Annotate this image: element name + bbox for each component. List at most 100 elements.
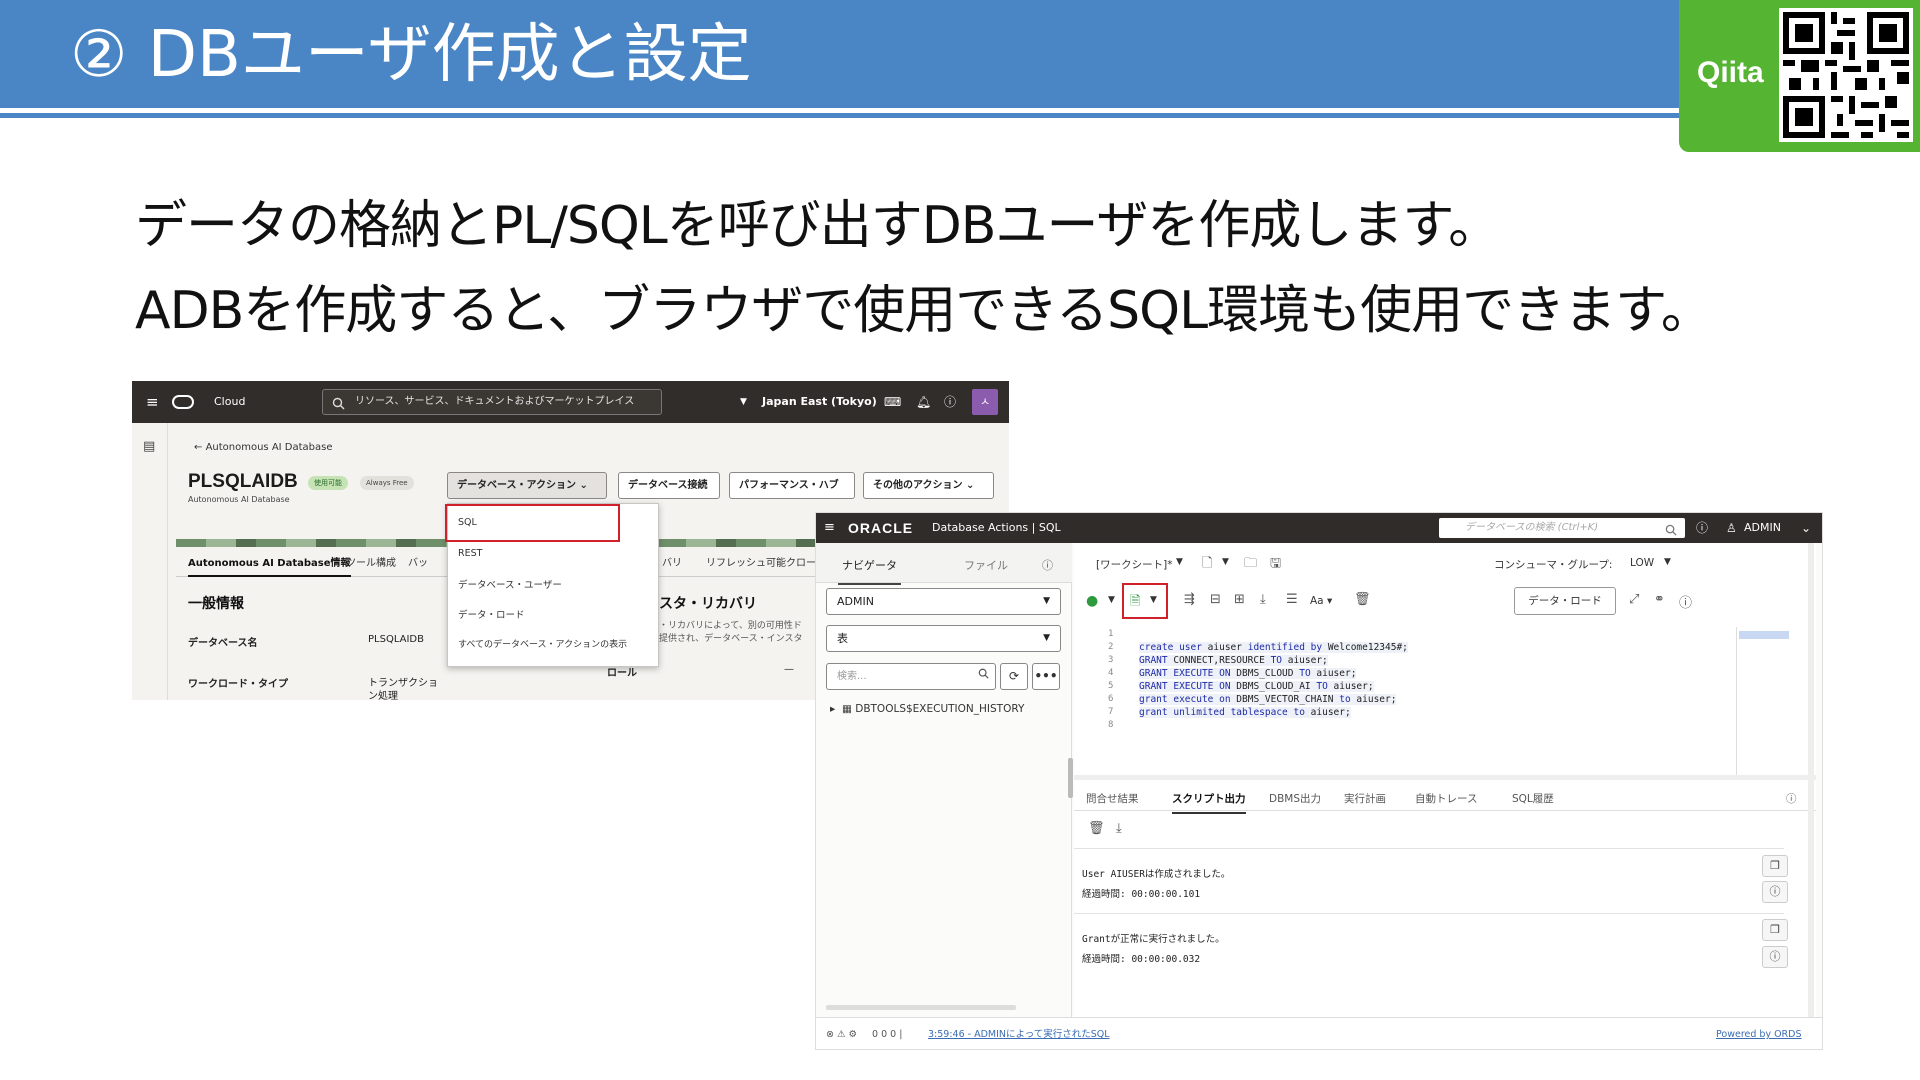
powered-by-ords-link[interactable]: Powered by ORDS xyxy=(1716,1018,1802,1049)
consumer-group-select[interactable]: LOW xyxy=(1630,557,1654,569)
menu-item-all-actions[interactable]: すべてのデータベース・アクションの表示 xyxy=(458,637,627,650)
autotrace-icon[interactable]: ⊟ xyxy=(1210,592,1221,607)
table-name: DBTOOLS$EXECUTION_HISTORY xyxy=(855,703,1025,715)
data-load-button[interactable]: データ・ロード xyxy=(1514,587,1616,615)
new-file-icon[interactable]: 🗋︎ xyxy=(1202,554,1212,576)
chevron-down-icon[interactable]: ⌄ xyxy=(1801,513,1811,543)
sql-worksheet-screenshot: ≡ ORACLE Database Actions | SQL データベースの検… xyxy=(815,512,1823,1050)
schema-select[interactable]: ADMIN ▼ xyxy=(826,588,1061,615)
download-icon[interactable]: ⤓ xyxy=(1260,592,1266,607)
object-type-select[interactable]: 表 ▼ xyxy=(826,625,1061,652)
chevron-down-icon[interactable]: ▼ xyxy=(740,381,747,423)
help-icon[interactable]: ⓘ xyxy=(944,381,956,423)
binoculars-icon[interactable]: ⚭ xyxy=(1654,592,1665,607)
info-icon[interactable]: ⓘ xyxy=(1762,946,1788,968)
copy-icon[interactable]: ❐ xyxy=(1762,855,1788,877)
expand-icon[interactable]: ⤢ xyxy=(1629,592,1639,607)
menu-item-rest[interactable]: REST xyxy=(458,548,482,559)
tab-dbms-output[interactable]: DBMS出力 xyxy=(1269,791,1321,806)
worksheet-area: [ワークシート]* ▼ 🗋︎ ▼ 🗀︎ 🖫︎ コンシューマ・グループ: LOW … xyxy=(1074,543,1816,1017)
save-icon[interactable]: 🖫︎ xyxy=(1270,554,1281,576)
line-number: 7 xyxy=(1108,707,1114,717)
line-number: 8 xyxy=(1108,720,1114,730)
sql-highlight-box xyxy=(445,504,620,542)
text-case-icon[interactable]: Aa ▾ xyxy=(1310,595,1332,607)
menu-item-db-users[interactable]: データベース・ユーザー xyxy=(458,577,562,591)
download-output-icon[interactable]: ⤓ xyxy=(1116,821,1122,836)
user-icon[interactable]: ♙ xyxy=(1726,513,1737,543)
region-selector[interactable]: Japan East (Tokyo) xyxy=(762,381,877,423)
tab-navigator[interactable]: ナビゲータ xyxy=(838,557,901,585)
help-icon[interactable]: ⓘ xyxy=(1786,791,1797,806)
tab-tools[interactable]: ツール構成 xyxy=(346,551,396,577)
profile-avatar[interactable]: ㅅ xyxy=(972,389,998,415)
tab-sql-history[interactable]: SQL履歴 xyxy=(1512,791,1554,806)
help-icon[interactable]: ⓘ xyxy=(1696,513,1708,543)
copy-icon[interactable]: ❐ xyxy=(1762,919,1788,941)
breadcrumb[interactable]: ← Autonomous AI Database xyxy=(194,442,333,453)
run-statement-icon[interactable]: ● xyxy=(1086,593,1098,609)
caret-down-icon[interactable]: ▼ xyxy=(1222,557,1229,567)
tab-replica[interactable]: バリ xyxy=(662,551,682,577)
worksheet-tab[interactable]: [ワークシート]* xyxy=(1096,557,1172,572)
navigator-search-input[interactable]: 検索... xyxy=(826,663,996,690)
editor-minimap[interactable] xyxy=(1736,627,1806,775)
database-actions-button[interactable]: データベース・アクション ⌄ xyxy=(447,472,607,499)
editor-splitter[interactable] xyxy=(1074,775,1816,780)
table-icon: ▦ xyxy=(841,703,852,715)
db-search-placeholder: データベースの検索 (Ctrl+K) xyxy=(1465,522,1599,533)
explain-plan-icon[interactable]: ⇶ xyxy=(1184,592,1195,607)
db-search-input[interactable]: データベースの検索 (Ctrl+K) xyxy=(1439,518,1685,538)
caret-down-icon[interactable]: ▼ xyxy=(1664,557,1671,567)
tab-script-output[interactable]: スクリプト出力 xyxy=(1172,791,1246,814)
cloud-shell-icon[interactable]: ⌨ xyxy=(884,381,901,423)
more-actions-button[interactable]: その他のアクション ⌄ xyxy=(863,472,994,499)
last-execution-link[interactable]: 3:59:46 - ADMINによって実行されたSQL xyxy=(928,1018,1110,1049)
qiita-label: Qiita xyxy=(1697,56,1764,89)
clear-output-trash-icon[interactable]: 🗑︎ xyxy=(1088,821,1105,836)
sql-editor[interactable]: 1 2 3 4 5 6 7 8 create user aiuser ident… xyxy=(1074,627,1806,775)
open-folder-icon[interactable]: 🗀︎ xyxy=(1244,554,1257,576)
resources-icon[interactable]: ▤ xyxy=(143,439,155,454)
oracle-cloud-logo[interactable] xyxy=(172,381,194,423)
tab-refreshable-clone[interactable]: リフレッシュ可能クロー xyxy=(706,551,816,577)
performance-hub-button[interactable]: パフォーマンス・ハブ xyxy=(729,472,855,499)
table-tree-item[interactable]: ▸ ▦ DBTOOLS$EXECUTION_HISTORY xyxy=(830,703,1024,715)
database-connection-button[interactable]: データベース接続 xyxy=(618,472,720,499)
status-bar: ⊗ ⚠ ⚙ 0 0 0 | 3:59:46 - ADMINによって実行されたSQ… xyxy=(816,1017,1822,1049)
minimap-viewport xyxy=(1739,631,1789,639)
code-line: create user aiuser identified by Welcome… xyxy=(1139,642,1408,653)
vertical-scrollbar[interactable] xyxy=(1808,543,1814,1017)
oci-search-input[interactable]: リソース、サービス、ドキュメントおよびマーケットプレイス xyxy=(322,389,662,415)
tab-files[interactable]: ファイル xyxy=(964,557,1008,573)
tab-explain-plan[interactable]: 実行計画 xyxy=(1344,791,1386,806)
help-icon[interactable]: ⓘ xyxy=(1042,557,1053,573)
trash-icon[interactable]: 🗑︎ xyxy=(1354,592,1371,607)
more-options-icon[interactable]: ••• xyxy=(1032,663,1060,690)
hamburger-menu-icon[interactable]: ≡ xyxy=(824,513,835,543)
tab-autotrace[interactable]: 自動トレース xyxy=(1415,791,1477,806)
bell-icon[interactable]: 🔔︎ xyxy=(916,381,931,423)
refresh-icon[interactable]: ⟳ xyxy=(1000,663,1028,690)
workload-value-2: ン処理 xyxy=(368,691,398,700)
tab-query-result[interactable]: 問合せ結果 xyxy=(1086,791,1139,806)
database-connection-label: データベース接続 xyxy=(628,480,708,491)
horizontal-scrollbar[interactable] xyxy=(826,1005,1016,1010)
panel-splitter-handle[interactable] xyxy=(1068,758,1073,798)
line-number: 3 xyxy=(1108,655,1114,665)
status-badge: 使用可能 xyxy=(308,476,348,490)
search-placeholder: リソース、サービス、ドキュメントおよびマーケットプレイス xyxy=(355,396,635,407)
sql-history-icon[interactable]: ⊞ xyxy=(1234,592,1245,607)
hamburger-menu-icon[interactable]: ≡ xyxy=(146,381,159,423)
output-elapsed: 経過時間: 00:00:00.101 xyxy=(1082,889,1201,900)
caret-down-icon[interactable]: ▼ xyxy=(1176,557,1183,567)
menu-item-data-load[interactable]: データ・ロード xyxy=(458,607,525,621)
info-icon[interactable]: ⓘ xyxy=(1762,881,1788,903)
help-icon[interactable]: ⓘ xyxy=(1679,592,1692,611)
tab-database-info[interactable]: Autonomous AI Database情報 xyxy=(188,551,351,577)
chevron-down-icon: ⌄ xyxy=(579,480,588,491)
user-menu[interactable]: ADMIN xyxy=(1744,513,1781,543)
caret-down-icon[interactable]: ▼ xyxy=(1108,595,1115,605)
tab-backup[interactable]: バッ xyxy=(408,551,428,577)
format-icon[interactable]: ☰ xyxy=(1286,592,1298,607)
